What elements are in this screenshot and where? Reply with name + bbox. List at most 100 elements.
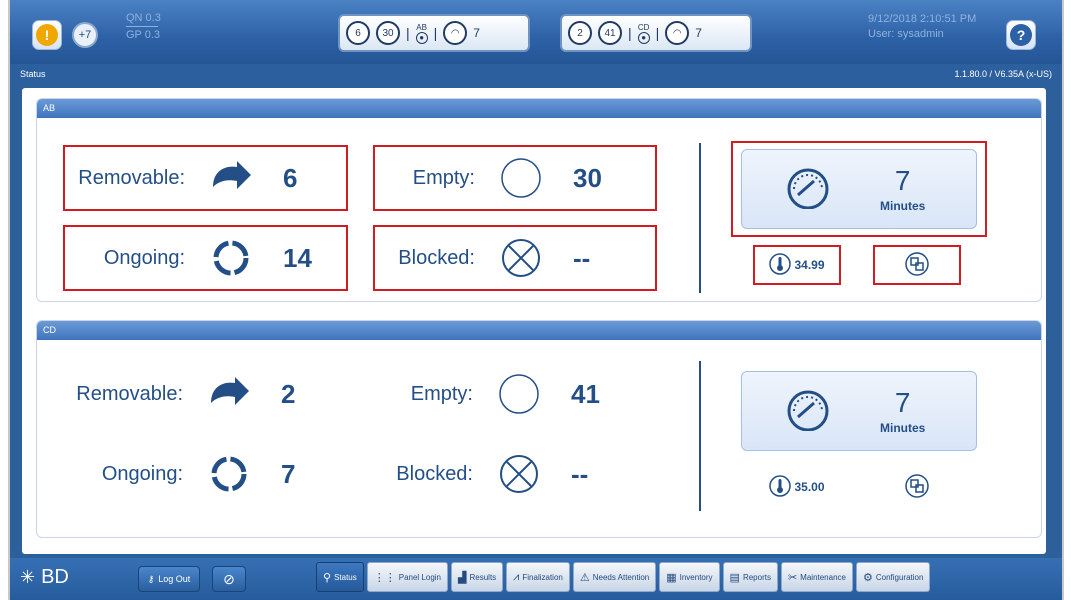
sync-icon [905, 251, 929, 279]
ongoing-cycle-icon [209, 236, 253, 280]
tab-results[interactable]: ▟ Results [451, 562, 504, 592]
tab-status[interactable]: ⚲ Status [316, 562, 364, 592]
thermometer-icon: ● [637, 31, 650, 44]
group-indicator: CD ● [637, 22, 650, 44]
tab-maintenance[interactable]: ✂ Maintenance [780, 562, 853, 592]
warning-icon: ! [36, 24, 58, 46]
tab-inventory[interactable]: ▦ Inventory [659, 562, 720, 592]
ongoing-label: Ongoing: [101, 462, 183, 485]
empty-value: 41 [571, 378, 600, 409]
inventory-icon: ▦ [666, 571, 677, 584]
temperature-tag[interactable]: 35.00 [753, 467, 841, 507]
blocked-x-icon [499, 236, 543, 280]
finalization-icon: ⩘ [513, 570, 520, 583]
ongoing-value: 7 [281, 458, 296, 489]
speed-value: 7 [473, 26, 480, 40]
ongoing-cycle-icon [207, 452, 251, 496]
speed-unit: Minutes [880, 421, 926, 435]
user-label: User: sysadmin [868, 28, 944, 40]
speed-box[interactable]: 7 Minutes [741, 371, 977, 451]
group-indicator: AB ● [415, 22, 428, 44]
blocked-value: -- [573, 242, 591, 273]
gauge-icon: ◠ [665, 21, 690, 45]
blocked-value: -- [571, 458, 589, 489]
help-button[interactable]: ? [1006, 20, 1036, 50]
qn-label: QN 0.3 [126, 12, 161, 24]
divider [699, 361, 701, 511]
page-title: Status [20, 69, 46, 79]
datetime-label: 9/12/2018 2:10:51 PM [868, 13, 977, 25]
panel-ab: AB Removable: 6 Empty: 30 Ongoing: 14 Bl… [36, 98, 1042, 302]
divider [699, 143, 701, 293]
ongoing-stat: Ongoing: 14 [63, 225, 348, 291]
removable-icon: 6 [346, 21, 370, 45]
speed-unit: Minutes [880, 199, 926, 213]
ongoing-value: 14 [283, 242, 312, 273]
empty-label: Empty: [410, 382, 473, 405]
configuration-gear-icon: ⚙ [862, 571, 873, 584]
tab-needs-attention[interactable]: ⚠ Needs Attention [572, 562, 657, 592]
temperature-tag[interactable]: 34.99 [753, 245, 841, 285]
version-label: 1.1.80.0 / V6.35A (x-US) [954, 69, 1052, 79]
panel-cd: CD Removable: 2 Empty: 41 Ongoing: 7 Blo… [36, 320, 1042, 538]
sun-logo-icon: ✳ [20, 567, 36, 587]
empty-circle-icon [497, 372, 541, 416]
tab-reports[interactable]: ▤ Reports [722, 562, 778, 592]
bd-logo: ✳ BD [20, 566, 69, 588]
needs-attention-icon: ⚠ [579, 571, 590, 584]
summary-pill-cd[interactable]: 2 41 | CD ● | ◠ 7 [560, 14, 752, 52]
removable-stat: Removable: 2 [63, 361, 348, 427]
removable-arrow-icon [207, 372, 251, 416]
thermometer-icon: ● [415, 31, 428, 44]
alert-button[interactable]: ! [32, 20, 62, 50]
temperature-value: 34.99 [794, 258, 825, 272]
speed-value: 7 [695, 26, 702, 40]
removable-label: Removable: [78, 166, 185, 189]
summary-pill-ab[interactable]: 6 30 | AB ● | ◠ 7 [338, 14, 530, 52]
temperature-value: 35.00 [794, 480, 825, 494]
lock-button[interactable]: ⊘ [212, 566, 246, 592]
sync-tag[interactable] [873, 245, 961, 285]
removable-value: 2 [281, 378, 296, 409]
results-icon: ▟ [458, 571, 467, 584]
removable-value: 6 [283, 162, 298, 193]
reports-icon: ▤ [729, 571, 740, 584]
blocked-x-icon [497, 452, 541, 496]
empty-label: Empty: [412, 166, 475, 189]
gauge-icon: ◠ [443, 21, 468, 45]
speed-box[interactable]: 7 Minutes [741, 149, 977, 229]
blocked-stat: Blocked: -- [373, 441, 657, 507]
empty-stat: Empty: 30 [373, 145, 657, 211]
logout-button[interactable]: ⚷ Log Out [138, 566, 200, 592]
blocked-label: Blocked: [396, 462, 473, 485]
tab-configuration[interactable]: ⚙ Configuration [855, 562, 931, 592]
removable-icon: 2 [568, 21, 592, 45]
tab-panel-login[interactable]: ⋮⋮ Panel Login [366, 562, 449, 592]
help-icon: ? [1010, 24, 1032, 46]
blocked-stat: Blocked: -- [373, 225, 657, 291]
notification-count-badge[interactable]: +7 [72, 22, 98, 48]
removable-label: Removable: [76, 382, 183, 405]
app-window: ! +7 QN 0.3 GP 0.3 6 30 | AB ● | ◠ 7 2 4… [8, 0, 1064, 600]
status-icon: ⚲ [323, 571, 332, 584]
empty-icon: 30 [376, 21, 400, 45]
ongoing-label: Ongoing: [103, 246, 185, 269]
gauge-icon [784, 387, 832, 436]
main-content: AB Removable: 6 Empty: 30 Ongoing: 14 Bl… [22, 88, 1046, 554]
no-entry-icon: ⊘ [223, 570, 235, 587]
sync-tag[interactable] [873, 467, 961, 507]
nav-tabs: ⚲ Status ⋮⋮ Panel Login ▟ Results ⩘ Finaliza… [316, 562, 931, 592]
empty-icon: 41 [598, 21, 622, 45]
panel-header: AB [37, 99, 1041, 118]
tab-finalization[interactable]: ⩘ Finalization [506, 562, 570, 592]
empty-circle-icon [499, 156, 543, 200]
top-bar: ! +7 QN 0.3 GP 0.3 6 30 | AB ● | ◠ 7 2 4… [10, 0, 1062, 64]
key-icon: ⚷ [147, 573, 155, 584]
empty-stat: Empty: 41 [373, 361, 657, 427]
datetime-user: 9/12/2018 2:10:51 PM User: sysadmin [868, 12, 976, 42]
ongoing-stat: Ongoing: 7 [63, 441, 348, 507]
removable-arrow-icon [209, 156, 253, 200]
removable-stat: Removable: 6 [63, 145, 348, 211]
panel-header: CD [37, 321, 1041, 340]
thermometer-icon [769, 252, 792, 278]
